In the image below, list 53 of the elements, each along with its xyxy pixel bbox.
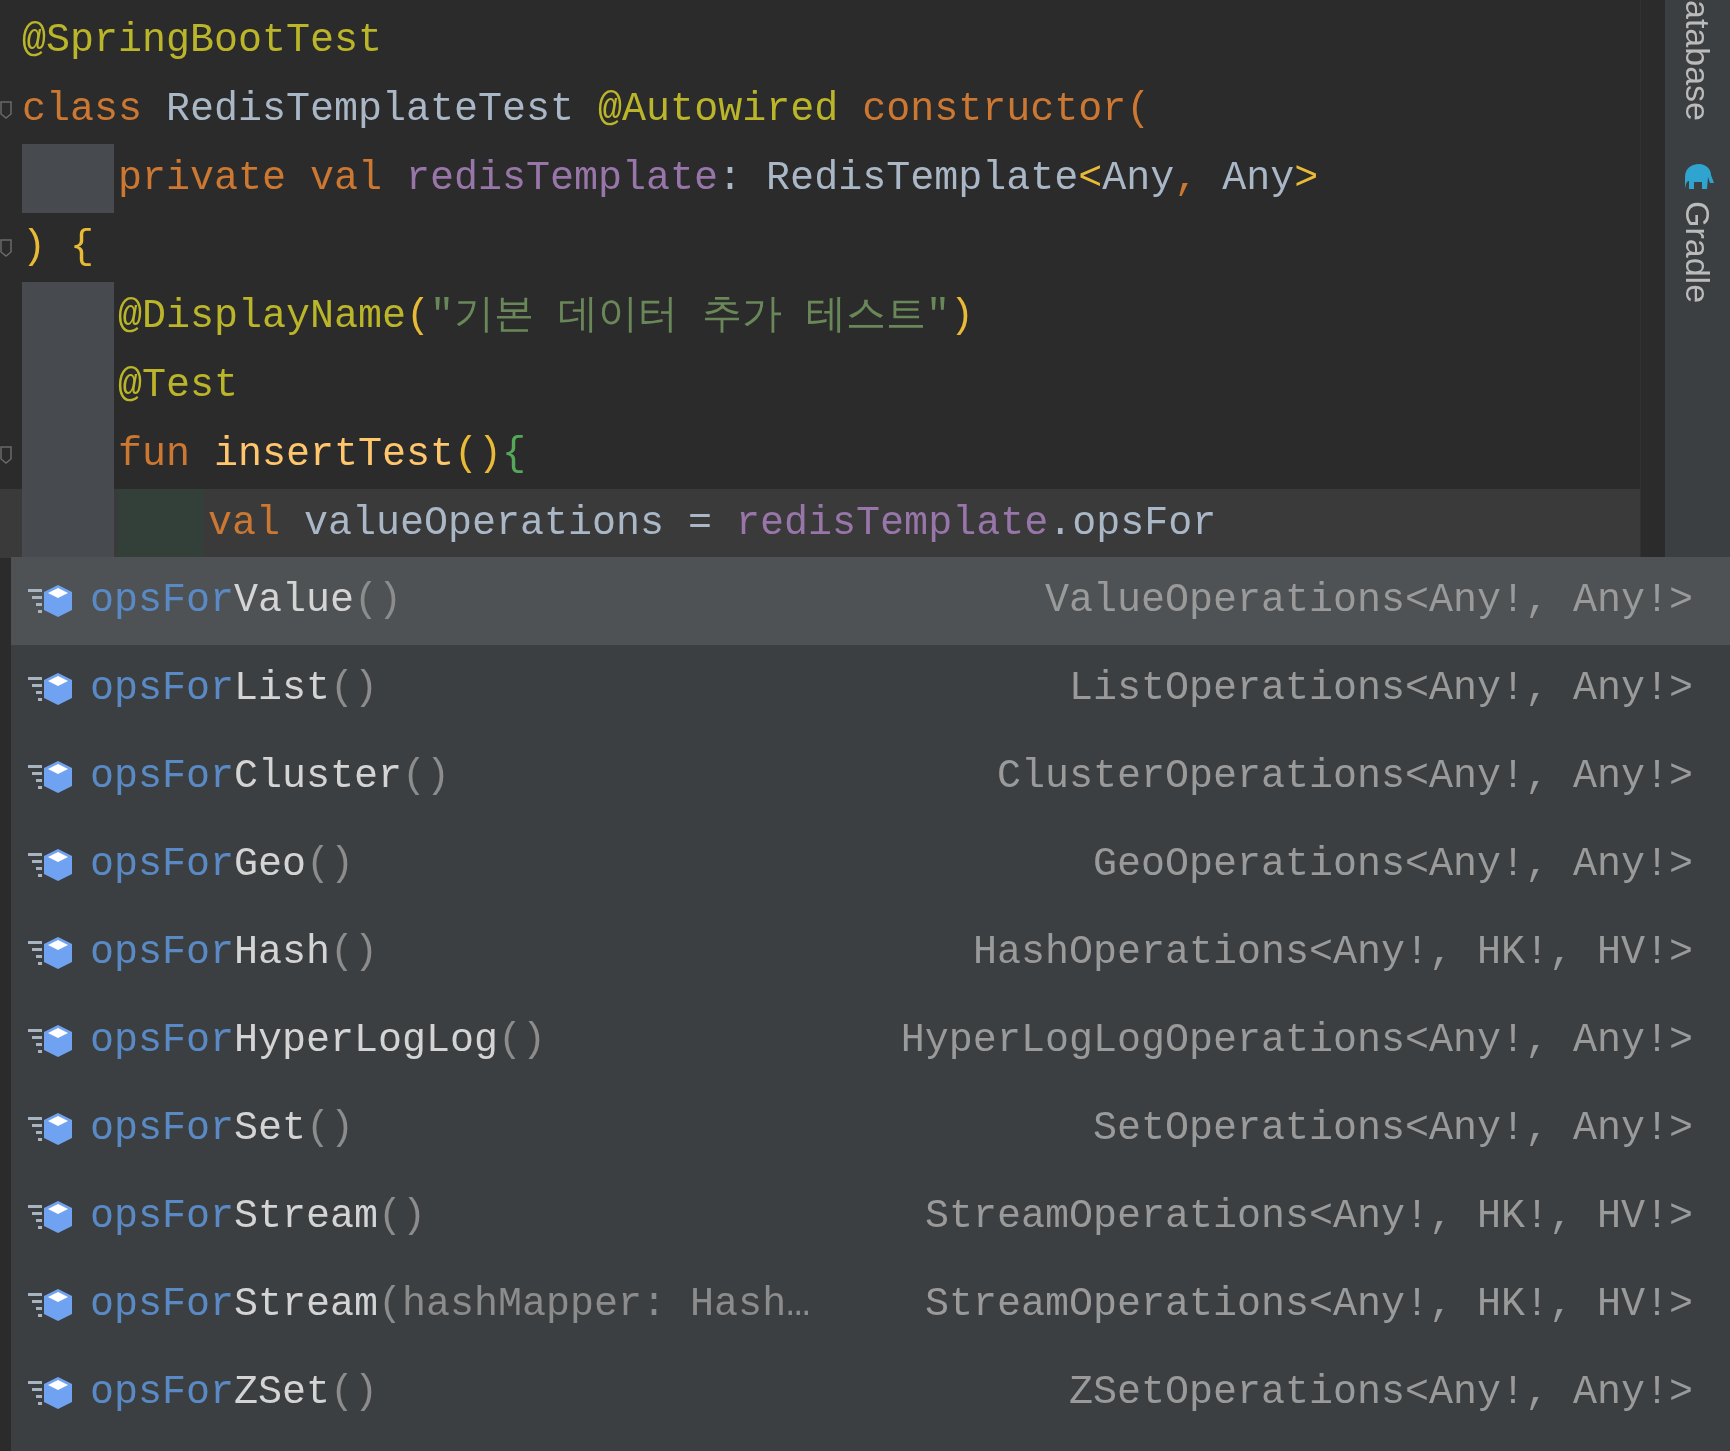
method-name: opsForList() — [90, 669, 379, 709]
fold-marker-icon[interactable] — [0, 237, 12, 258]
code-line: @DisplayName("기본 데이터 추가 테스트") — [118, 296, 975, 337]
method-name: opsForStream(hashMapper: Hash… — [90, 1285, 811, 1325]
code-line: @SpringBootTest — [22, 20, 383, 61]
tool-window-tab[interactable]: atabase — [1680, 0, 1715, 121]
code-line: fun insertTest(){ — [118, 434, 527, 475]
return-type: HashOperations<Any!, HK!, HV!> — [972, 933, 1693, 973]
cube-with-lines-icon — [28, 1199, 74, 1235]
cube-with-lines-icon — [28, 671, 74, 707]
return-type: GeoOperations<Any!, Any!> — [1092, 845, 1693, 885]
code-line: @Test — [118, 365, 239, 406]
cube-with-lines-icon — [28, 759, 74, 795]
code-line: ) { — [22, 227, 94, 268]
cube-with-lines-icon — [28, 1375, 74, 1411]
method-name: opsForStream() — [90, 1197, 427, 1237]
return-type: StreamOperations<Any!, HK!, HV!> — [924, 1197, 1693, 1237]
fold-marker-icon[interactable] — [0, 99, 12, 120]
return-type: ZSetOperations<Any!, Any!> — [1068, 1373, 1693, 1413]
cube-with-lines-icon — [28, 1111, 74, 1147]
cube-with-lines-icon — [28, 1287, 74, 1323]
completion-item[interactable]: opsForGeo() GeoOperations<Any!, Any!> — [11, 821, 1730, 909]
completion-item[interactable]: opsForHyperLogLog() HyperLogLogOperations<Any!, Any!> — [11, 997, 1730, 1085]
completion-item[interactable]: opsForCluster() ClusterOperations<Any!, Any!> — [11, 733, 1730, 821]
return-type: SetOperations<Any!, Any!> — [1092, 1109, 1693, 1149]
method-name: opsForHash() — [90, 933, 379, 973]
completion-item[interactable]: opsForList() ListOperations<Any!, Any!> — [11, 645, 1730, 733]
cube-with-lines-icon — [28, 935, 74, 971]
completion-item[interactable]: opsForZSet() ZSetOperations<Any!, Any!> — [11, 1349, 1730, 1437]
completion-item[interactable]: opsForHash() HashOperations<Any!, HK!, HV!> — [11, 909, 1730, 997]
code-line: class RedisTemplateTest @Autowired constructor( — [22, 89, 1151, 130]
method-name: opsForSet() — [90, 1109, 355, 1149]
cube-with-lines-icon — [28, 847, 74, 883]
method-name: opsForGeo() — [90, 845, 355, 885]
code-line: val valueOperations = redisTemplate.opsFor — [208, 503, 1217, 544]
completion-item[interactable]: opsForStream() StreamOperations<Any!, HK!, HV!> — [11, 1173, 1730, 1261]
method-name: opsForZSet() — [90, 1373, 379, 1413]
method-name: opsForValue() — [90, 581, 403, 621]
cube-with-lines-icon — [28, 1023, 74, 1059]
fold-marker-icon[interactable] — [0, 444, 12, 465]
code-line: private val redisTemplate: RedisTemplate<Any, Any> — [118, 158, 1319, 199]
completion-item[interactable]: opsForStream(hashMapper: Hash… StreamOperations<Any!, HK!, HV!> — [11, 1261, 1730, 1349]
method-name: opsForCluster() — [90, 757, 451, 797]
tool-window-tab[interactable]: Gradle — [1680, 201, 1715, 304]
return-type: ClusterOperations<Any!, Any!> — [996, 757, 1693, 797]
return-type: StreamOperations<Any!, HK!, HV!> — [924, 1285, 1693, 1325]
method-name: opsForHyperLogLog() — [90, 1021, 547, 1061]
return-type: ValueOperations<Any!, Any!> — [1044, 581, 1693, 621]
completion-item[interactable]: opsForSet() SetOperations<Any!, Any!> — [11, 1085, 1730, 1173]
return-type: HyperLogLogOperations<Any!, Any!> — [900, 1021, 1693, 1061]
cube-with-lines-icon — [28, 583, 74, 619]
completion-item[interactable]: opsForValue() ValueOperations<Any!, Any!> — [11, 557, 1730, 645]
return-type: ListOperations<Any!, Any!> — [1068, 669, 1693, 709]
